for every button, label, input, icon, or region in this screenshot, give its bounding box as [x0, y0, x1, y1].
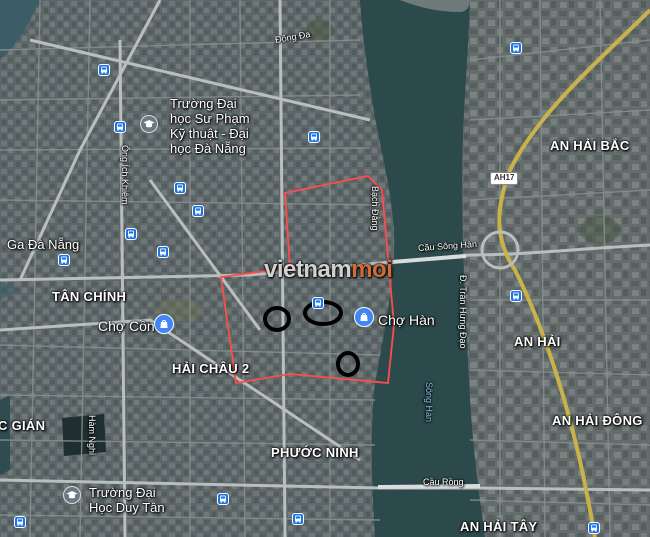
- bus-stop-icon[interactable]: [510, 42, 522, 54]
- poi-label-ga-da-nang[interactable]: Ga Đà Nẵng: [7, 238, 79, 251]
- bus-stop-icon[interactable]: [308, 131, 320, 143]
- street-label-tran-hung-dao: Đ. Trần Hưng Đạo: [458, 275, 468, 349]
- bus-stop-icon[interactable]: [192, 205, 204, 217]
- bus-stop-icon[interactable]: [114, 121, 126, 133]
- graduation-cap-icon[interactable]: [63, 486, 81, 504]
- bus-stop-icon[interactable]: [125, 228, 137, 240]
- bus-stop-icon[interactable]: [58, 254, 70, 266]
- route-shield-ah17: AH17: [490, 172, 519, 185]
- poi-label-su-pham-3[interactable]: Kỹ thuật - Đại: [170, 127, 249, 140]
- poi-label-su-pham-2[interactable]: học Sư Phạm: [170, 112, 250, 125]
- bus-stop-icon[interactable]: [312, 297, 324, 309]
- poi-label-cho-han[interactable]: Chợ Hàn: [378, 313, 435, 327]
- area-label-phuoc-ninh: PHƯỚC NINH: [271, 445, 359, 460]
- bus-stop-icon[interactable]: [14, 516, 26, 528]
- satellite-map[interactable]: vietnammoi AN HẢI BẮC AN HẢI AN HẢI ĐÔNG…: [0, 0, 650, 537]
- bus-stop-icon[interactable]: [157, 246, 169, 258]
- area-label-tan-chinh: TÂN CHÍNH: [52, 289, 127, 304]
- area-label-an-hai-bac: AN HẢI BẮC: [550, 138, 630, 153]
- street-label-cau-rong: Cầu Rồng: [423, 477, 464, 487]
- bus-stop-icon[interactable]: [588, 522, 600, 534]
- area-label-an-hai: AN HẢI: [514, 334, 561, 349]
- bus-stop-icon[interactable]: [174, 182, 186, 194]
- bus-stop-icon[interactable]: [292, 513, 304, 525]
- bus-stop-icon[interactable]: [217, 493, 229, 505]
- poi-label-cho-con[interactable]: Chợ Cồn: [98, 319, 155, 333]
- poi-label-su-pham-4[interactable]: học Đà Nẵng: [170, 142, 246, 155]
- poi-label-duy-tan-1[interactable]: Trường Đại: [89, 486, 156, 499]
- area-label-an-hai-tay: AN HẢI TÂY: [460, 519, 538, 534]
- watermark-logo: vietnammoi: [264, 256, 393, 283]
- street-label-ong-ich-khiem: Ông Ích Khiêm: [120, 145, 130, 205]
- shopping-bag-icon[interactable]: [154, 314, 174, 334]
- street-label-song-han: Sông Hàn: [424, 382, 434, 423]
- area-label-hai-chau-2: HẢI CHÂU 2: [172, 361, 250, 376]
- bus-stop-icon[interactable]: [510, 290, 522, 302]
- area-label-c-gian: C GIÁN: [0, 418, 46, 433]
- graduation-cap-icon[interactable]: [140, 115, 158, 133]
- poi-label-duy-tan-2[interactable]: Học Duy Tân: [89, 501, 165, 514]
- bus-stop-icon[interactable]: [98, 64, 110, 76]
- area-label-an-hai-dong: AN HẢI ĐÔNG: [552, 413, 643, 428]
- street-label-ham-nghi: Hàm Nghi: [87, 415, 97, 456]
- shopping-bag-icon[interactable]: [354, 307, 374, 327]
- poi-label-su-pham-1[interactable]: Trường Đại: [170, 97, 237, 110]
- street-label-bach-dang: Bạch Đằng: [370, 186, 380, 231]
